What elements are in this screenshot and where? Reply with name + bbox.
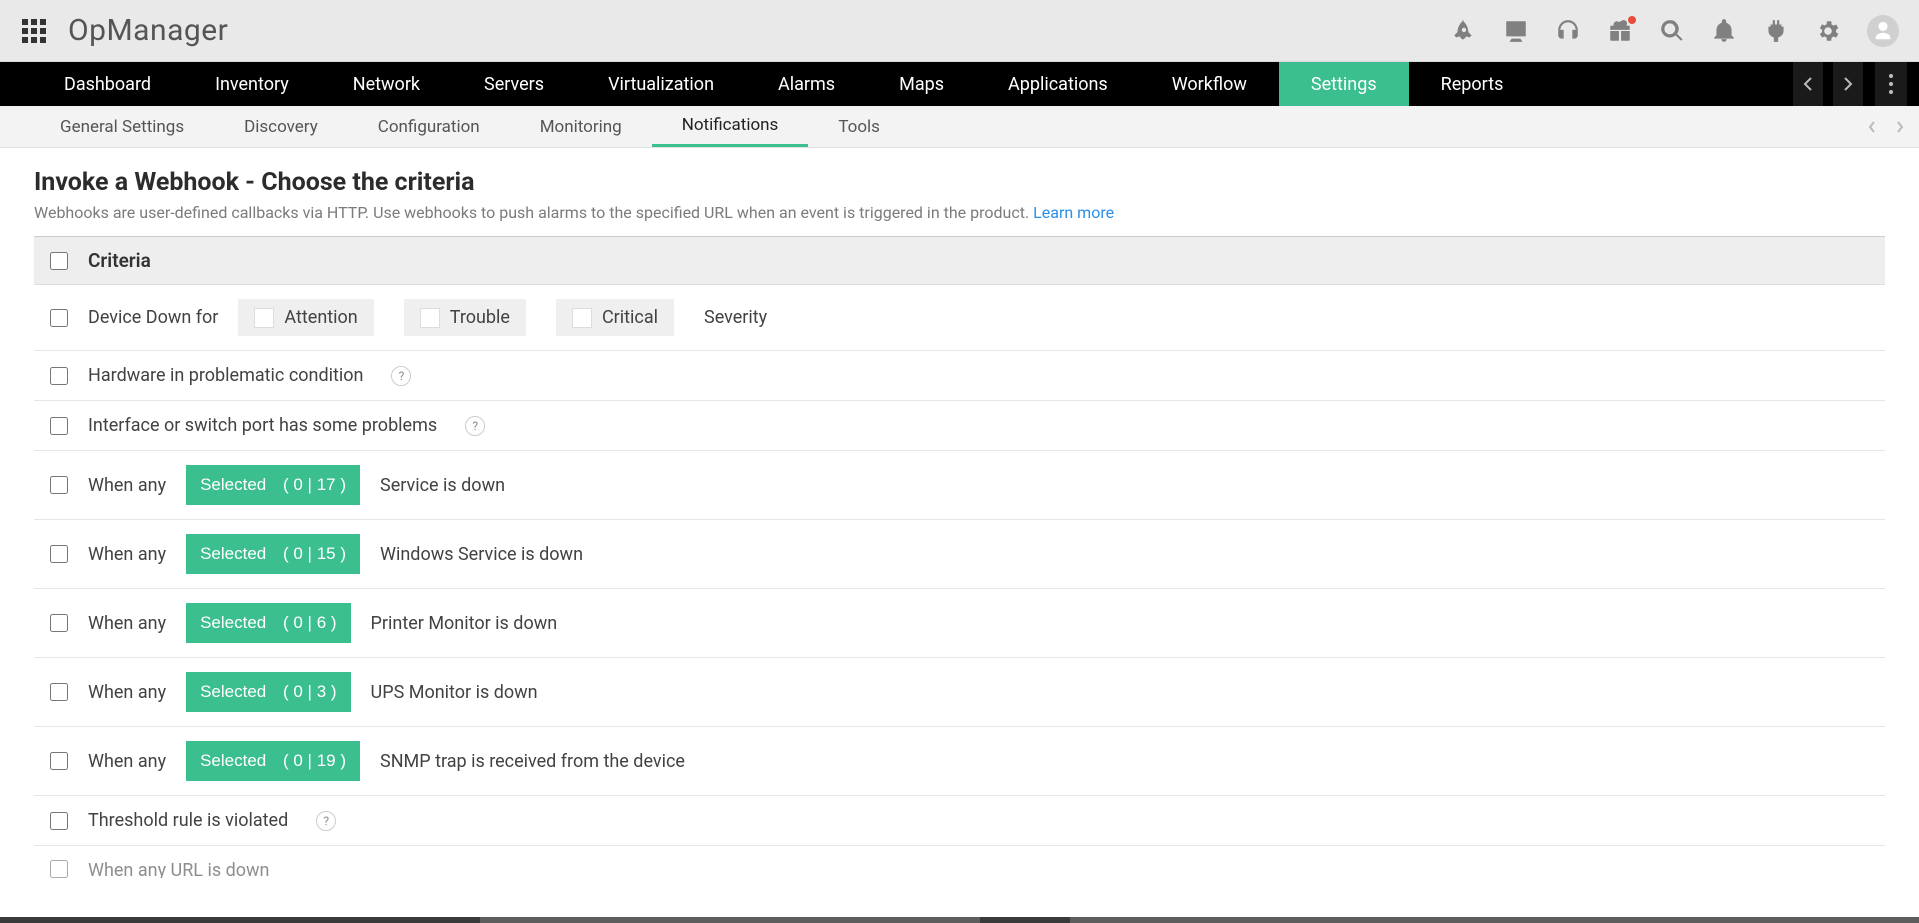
help-icon[interactable]: ? [465,416,485,436]
criteria-row: When any Selected ( 0 | 17 ) Service is do… [34,451,1885,520]
gear-icon[interactable] [1815,18,1841,44]
learn-more-link[interactable]: Learn more [1033,203,1114,222]
criteria-checkbox[interactable] [50,812,68,830]
primary-nav: DashboardInventoryNetworkServersVirtuali… [0,62,1919,106]
selected-button[interactable]: Selected ( 0 | 17 ) [186,465,360,505]
criteria-text: When any URL is down [88,860,270,878]
criteria-checkbox[interactable] [50,683,68,701]
criteria-header-label: Criteria [88,249,151,272]
nav-item-applications[interactable]: Applications [976,62,1140,106]
nav-scroll-left[interactable] [1793,62,1823,106]
help-icon[interactable]: ? [316,811,336,831]
criteria-suffix: Service is down [380,475,505,496]
when-any-label: When any [88,475,166,496]
criteria-row: Interface or switch port has some proble… [34,401,1885,451]
criteria-suffix: UPS Monitor is down [371,682,538,703]
criteria-row: When any Selected ( 0 | 3 ) UPS Monitor is… [34,658,1885,727]
sub-nav: General SettingsDiscoveryConfigurationMo… [0,106,1919,148]
criteria-rows: Device Down for Attention Trouble Critical S… [34,285,1885,878]
when-any-label: When any [88,613,166,634]
severity-checkbox[interactable] [572,308,592,328]
criteria-text: Device Down for [88,307,218,328]
nav-item-alarms[interactable]: Alarms [746,62,867,106]
criteria-row: Threshold rule is violated? [34,796,1885,846]
criteria-header: Criteria [34,236,1885,285]
nav-item-inventory[interactable]: Inventory [183,62,321,106]
topbar: OpManager [0,0,1919,62]
severity-chip-attention[interactable]: Attention [238,299,373,336]
criteria-checkbox[interactable] [50,417,68,435]
criteria-checkbox[interactable] [50,476,68,494]
bell-icon[interactable] [1711,18,1737,44]
severity-checkbox[interactable] [254,308,274,328]
criteria-row: When any Selected ( 0 | 6 ) Printer Monito… [34,589,1885,658]
presentation-icon[interactable] [1503,18,1529,44]
severity-checkbox[interactable] [420,308,440,328]
page-content: Invoke a Webhook - Choose the criteria W… [0,148,1919,878]
nav-item-settings[interactable]: Settings [1279,62,1409,106]
nav-item-reports[interactable]: Reports [1409,62,1536,106]
page-description: Webhooks are user-defined callbacks via … [34,203,1885,222]
criteria-row: When any URL is down [34,846,1885,878]
help-icon[interactable]: ? [391,366,411,386]
selected-button[interactable]: Selected ( 0 | 19 ) [186,741,360,781]
bottom-bar [0,917,1919,923]
subnav-item-tools[interactable]: Tools [808,106,910,147]
subnav-item-monitoring[interactable]: Monitoring [510,106,652,147]
criteria-row: When any Selected ( 0 | 19 ) SNMP trap is … [34,727,1885,796]
criteria-checkbox[interactable] [50,752,68,770]
subnav-item-notifications[interactable]: Notifications [652,106,809,147]
criteria-suffix: Printer Monitor is down [371,613,558,634]
subnav-scroll-left[interactable] [1861,106,1883,147]
nav-item-workflow[interactable]: Workflow [1140,62,1279,106]
criteria-row: Device Down for Attention Trouble Critical S… [34,285,1885,351]
brand-title: OpManager [68,13,228,48]
criteria-select-all[interactable] [50,252,68,270]
notification-dot [1628,16,1636,24]
subnav-item-configuration[interactable]: Configuration [348,106,510,147]
plug-icon[interactable] [1763,18,1789,44]
avatar[interactable] [1867,15,1899,47]
apps-grid-icon[interactable] [22,19,46,43]
when-any-label: When any [88,682,166,703]
subnav-scroll-right[interactable] [1889,106,1911,147]
criteria-text: Interface or switch port has some proble… [88,415,437,436]
subnav-item-discovery[interactable]: Discovery [214,106,348,147]
gift-icon[interactable] [1607,18,1633,44]
criteria-checkbox[interactable] [50,367,68,385]
severity-chip-critical[interactable]: Critical [556,299,674,336]
when-any-label: When any [88,751,166,772]
nav-item-maps[interactable]: Maps [867,62,976,106]
criteria-text: Hardware in problematic condition [88,365,363,386]
selected-button[interactable]: Selected ( 0 | 15 ) [186,534,360,574]
criteria-checkbox[interactable] [50,860,68,878]
severity-label: Severity [704,307,767,328]
criteria-suffix: Windows Service is down [380,544,583,565]
criteria-checkbox[interactable] [50,614,68,632]
search-icon[interactable] [1659,18,1685,44]
criteria-checkbox[interactable] [50,545,68,563]
page-title: Invoke a Webhook - Choose the criteria [34,168,1885,197]
subnav-item-general-settings[interactable]: General Settings [30,106,214,147]
selected-button[interactable]: Selected ( 0 | 3 ) [186,672,350,712]
nav-item-dashboard[interactable]: Dashboard [32,62,183,106]
nav-more-icon[interactable] [1875,62,1907,106]
criteria-text: Threshold rule is violated [88,810,288,831]
criteria-suffix: SNMP trap is received from the device [380,751,685,772]
nav-item-virtualization[interactable]: Virtualization [576,62,746,106]
severity-chip-trouble[interactable]: Trouble [404,299,526,336]
criteria-checkbox[interactable] [50,309,68,327]
nav-item-servers[interactable]: Servers [452,62,576,106]
nav-item-network[interactable]: Network [321,62,452,106]
headset-icon[interactable] [1555,18,1581,44]
when-any-label: When any [88,544,166,565]
selected-button[interactable]: Selected ( 0 | 6 ) [186,603,350,643]
rocket-icon[interactable] [1451,18,1477,44]
criteria-row: When any Selected ( 0 | 15 ) Windows Servi… [34,520,1885,589]
topbar-icons [1451,15,1899,47]
nav-scroll-right[interactable] [1833,62,1863,106]
criteria-row: Hardware in problematic condition? [34,351,1885,401]
